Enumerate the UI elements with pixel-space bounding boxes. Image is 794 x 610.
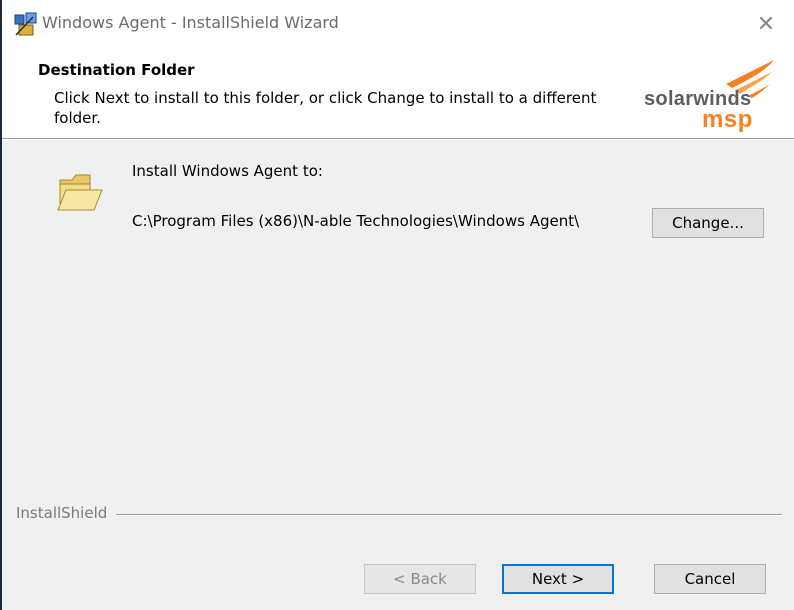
- close-button[interactable]: ✕: [746, 6, 786, 42]
- solarwinds-msp-logo: solarwinds msp: [644, 58, 774, 133]
- page-title: Destination Folder: [38, 61, 195, 79]
- back-button[interactable]: < Back: [364, 564, 476, 594]
- folder-icon: [57, 174, 103, 211]
- installshield-label: InstallShield: [16, 504, 114, 522]
- window-title: Windows Agent - InstallShield Wizard: [42, 13, 339, 32]
- install-path-value: C:\Program Files (x86)\N-able Technologi…: [132, 212, 580, 230]
- wizard-header: Destination Folder Click Next to install…: [2, 48, 794, 138]
- close-icon: ✕: [756, 11, 776, 37]
- footer-divider: [116, 514, 782, 515]
- change-button[interactable]: Change...: [652, 208, 764, 238]
- title-bar[interactable]: Windows Agent - InstallShield Wizard ✕: [2, 0, 794, 48]
- cancel-button[interactable]: Cancel: [654, 564, 766, 594]
- installer-app-icon: [14, 12, 37, 36]
- logo-text-msp: msp: [702, 106, 753, 133]
- installshield-branding: InstallShield: [16, 504, 782, 524]
- page-description: Click Next to install to this folder, or…: [54, 89, 597, 127]
- install-location-label: Install Windows Agent to:: [132, 162, 323, 180]
- next-button[interactable]: Next >: [502, 564, 614, 594]
- wizard-body: Install Windows Agent to: C:\Program Fil…: [2, 140, 794, 610]
